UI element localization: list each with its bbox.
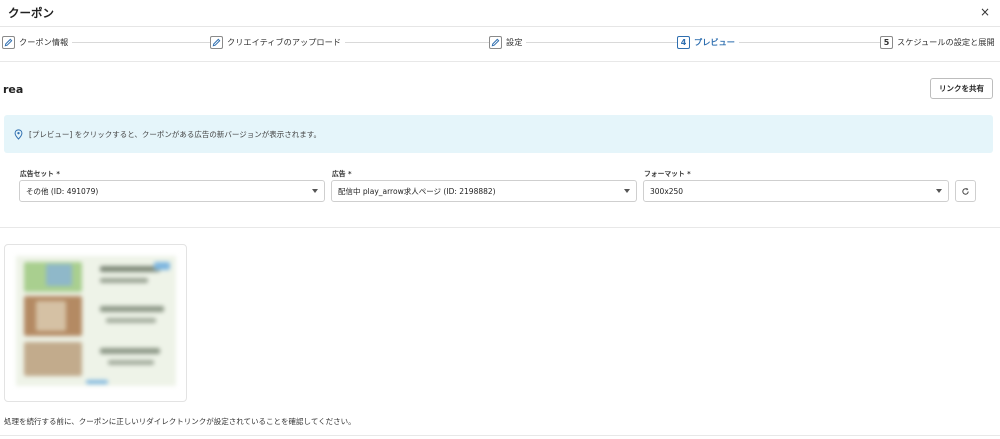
ad-select[interactable]: 配信中 play_arrow求人ページ (ID: 2198882) <box>331 180 637 202</box>
pencil-icon <box>2 35 15 49</box>
divider <box>0 227 1000 228</box>
ad-label: 広告 * <box>332 170 352 178</box>
step-coupon-info[interactable]: クーポン情報 <box>2 34 73 50</box>
format-label: フォーマット * <box>644 170 691 178</box>
step-label: クーポン情報 <box>19 37 69 47</box>
stepper: クーポン情報 クリエイティブのアップロード 設定 4 プレビュー 5 スケジュー… <box>0 33 1000 51</box>
location-pin-icon <box>14 128 23 140</box>
ad-preview-image <box>16 256 176 386</box>
step-schedule-deploy[interactable]: 5 スケジュールの設定と展開 <box>880 34 999 50</box>
stepper-line <box>60 42 880 43</box>
ad-preview-card <box>4 244 187 402</box>
pencil-icon <box>489 35 502 49</box>
pencil-icon <box>210 35 223 49</box>
share-link-button[interactable]: リンクを共有 <box>930 78 993 99</box>
step-preview[interactable]: 4 プレビュー <box>677 34 739 50</box>
chevron-down-icon <box>624 189 630 193</box>
page-title: rea <box>3 83 24 96</box>
ad-value: 配信中 play_arrow求人ページ (ID: 2198882) <box>338 186 496 196</box>
step-label: プレビュー <box>694 37 735 47</box>
format-value: 300x250 <box>650 186 684 196</box>
step-label: クリエイティブのアップロード <box>227 37 341 47</box>
adset-label: 広告セット * <box>20 170 60 178</box>
info-banner: [プレビュー] をクリックすると、クーポンがある広告の新バージョンが表示されます… <box>4 115 993 153</box>
modal-header: クーポン × <box>0 0 1000 27</box>
refresh-button[interactable] <box>955 180 976 202</box>
modal-title: クーポン <box>8 6 54 20</box>
adset-value: その他 (ID: 491079) <box>26 186 99 196</box>
close-button[interactable]: × <box>980 5 990 19</box>
divider <box>0 61 1000 62</box>
step-label: スケジュールの設定と展開 <box>897 37 995 47</box>
info-text: [プレビュー] をクリックすると、クーポンがある広告の新バージョンが表示されます… <box>29 129 322 139</box>
step-label: 設定 <box>506 37 523 47</box>
step-number: 5 <box>880 35 893 49</box>
refresh-icon <box>962 187 969 195</box>
adset-select[interactable]: その他 (ID: 491079) <box>19 180 325 202</box>
redirect-check-note: 処理を続行する前に、クーポンに正しいリダイレクトリンクが設定されていることを確認… <box>4 417 356 426</box>
step-settings[interactable]: 設定 <box>489 34 527 50</box>
step-creative-upload[interactable]: クリエイティブのアップロード <box>210 34 345 50</box>
divider <box>0 435 1000 436</box>
step-number: 4 <box>677 35 690 49</box>
chevron-down-icon <box>312 189 318 193</box>
chevron-down-icon <box>936 189 942 193</box>
format-select[interactable]: 300x250 <box>643 180 949 202</box>
